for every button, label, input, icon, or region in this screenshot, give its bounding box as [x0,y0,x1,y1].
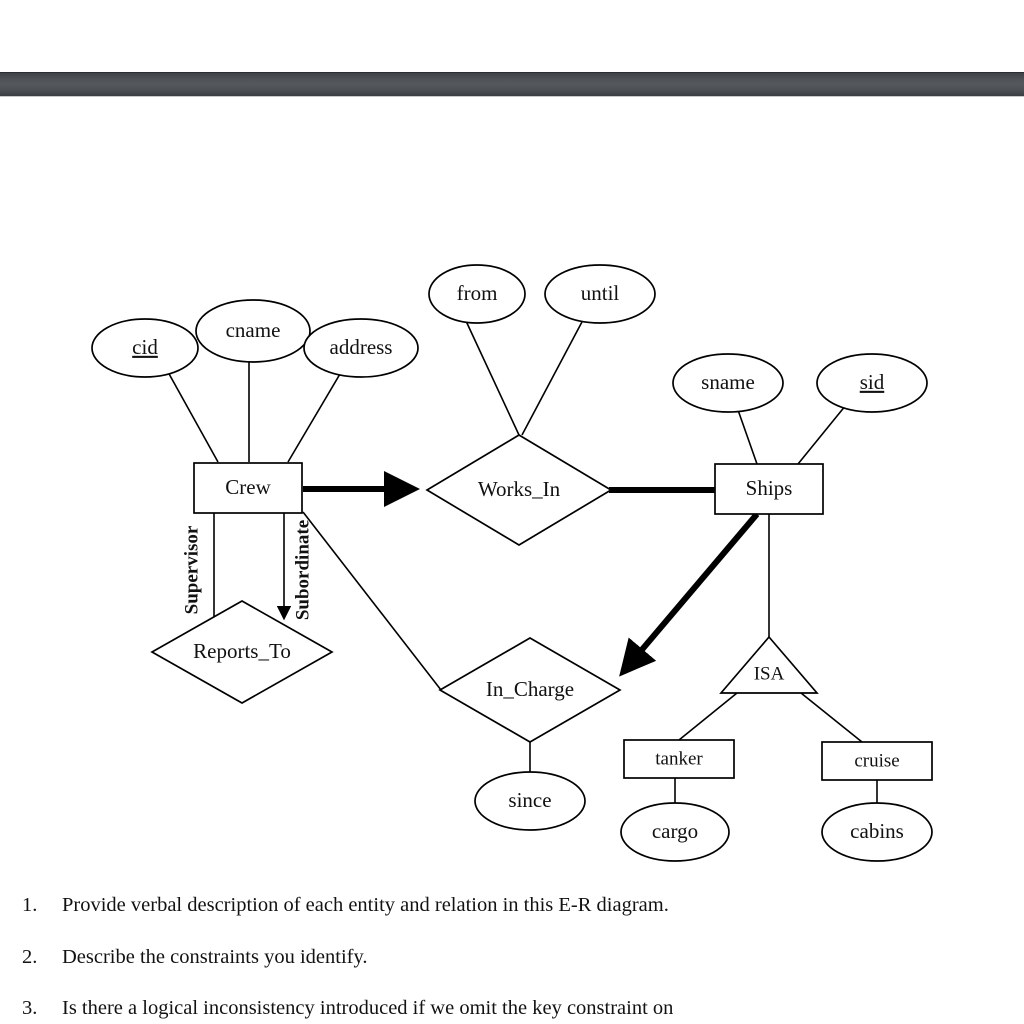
question-item-1: 1. Provide verbal description of each en… [0,893,1024,918]
attribute-sname-label: sname [701,370,755,394]
edge-sname-ships [737,409,758,465]
edge-isa-tanker [678,692,738,741]
attribute-address[interactable]: address [303,318,419,378]
question-text-3: Is there a logical inconsistency introdu… [62,997,674,1020]
entity-crew[interactable]: Crew [193,462,303,514]
relationship-works-in[interactable]: Works_In [425,434,613,546]
entity-ships[interactable]: Ships [714,463,824,515]
edge-isa-cruise [800,692,863,743]
role-label-supervisor: Supervisor [181,525,202,614]
attribute-sid-label: sid [860,370,885,394]
isa-label: ISA [754,663,785,684]
attribute-from-label: from [457,281,498,305]
attribute-cid[interactable]: cid [91,318,199,378]
attribute-cid-label: cid [132,335,158,359]
relationship-reports-to-label: Reports_To [193,639,291,663]
question-item-3: 3. Is there a logical inconsistency intr… [0,996,1024,1021]
edge-crew-incharge [302,511,442,691]
attribute-cabins-label: cabins [850,819,904,843]
document-page: Crew Ships tanker cruise Works_In Report… [0,0,1024,1024]
edge-cid-crew [167,371,219,463]
relationship-in-charge-label: In_Charge [486,677,574,701]
entity-cruise-label: cruise [854,750,899,771]
questions-section: 1. Provide verbal description of each en… [0,893,1024,1024]
entity-cruise[interactable]: cruise [821,741,933,781]
edge-sid-ships [797,404,847,465]
edge-until-worksin [521,319,584,436]
attribute-since[interactable]: since [474,771,586,831]
attribute-sid[interactable]: sid [816,353,928,413]
entity-tanker-label: tanker [655,748,703,769]
edge-from-worksin [465,320,520,436]
attribute-cargo[interactable]: cargo [620,802,730,862]
question-number-1: 1. [22,894,38,916]
attribute-address-label: address [330,335,393,359]
attribute-until[interactable]: until [544,264,656,324]
attribute-cname[interactable]: cname [195,299,311,363]
entity-ships-label: Ships [746,476,793,500]
attribute-until-label: until [581,281,620,305]
edge-ships-incharge-thick-arrow [619,512,760,677]
entity-tanker[interactable]: tanker [623,739,735,779]
question-number-3: 3. [22,997,38,1020]
attribute-cabins[interactable]: cabins [821,802,933,862]
questions-list: 1. Provide verbal description of each en… [0,893,1024,1021]
edge-address-crew [287,373,341,463]
entity-crew-label: Crew [225,475,271,499]
attribute-from[interactable]: from [428,264,526,324]
attribute-cargo-label: cargo [652,819,698,843]
question-text-1: Provide verbal description of each entit… [62,894,669,916]
question-text-2: Describe the constraints you identify. [62,945,368,968]
relationship-in-charge[interactable]: In_Charge [438,637,622,743]
attribute-cname-label: cname [226,318,281,342]
relationship-works-in-label: Works_In [478,477,561,501]
er-diagram-canvas: Crew Ships tanker cruise Works_In Report… [91,264,933,862]
attribute-sname[interactable]: sname [672,353,784,413]
question-number-2: 2. [22,945,38,968]
attribute-since-label: since [508,788,551,812]
question-item-2: 2. Describe the constraints you identify… [0,945,1024,970]
isa-hierarchy[interactable]: ISA [719,635,819,694]
role-label-subordinate: Subordinate [292,520,313,620]
er-diagram-container: Crew Ships tanker cruise Works_In Report… [0,0,1024,900]
